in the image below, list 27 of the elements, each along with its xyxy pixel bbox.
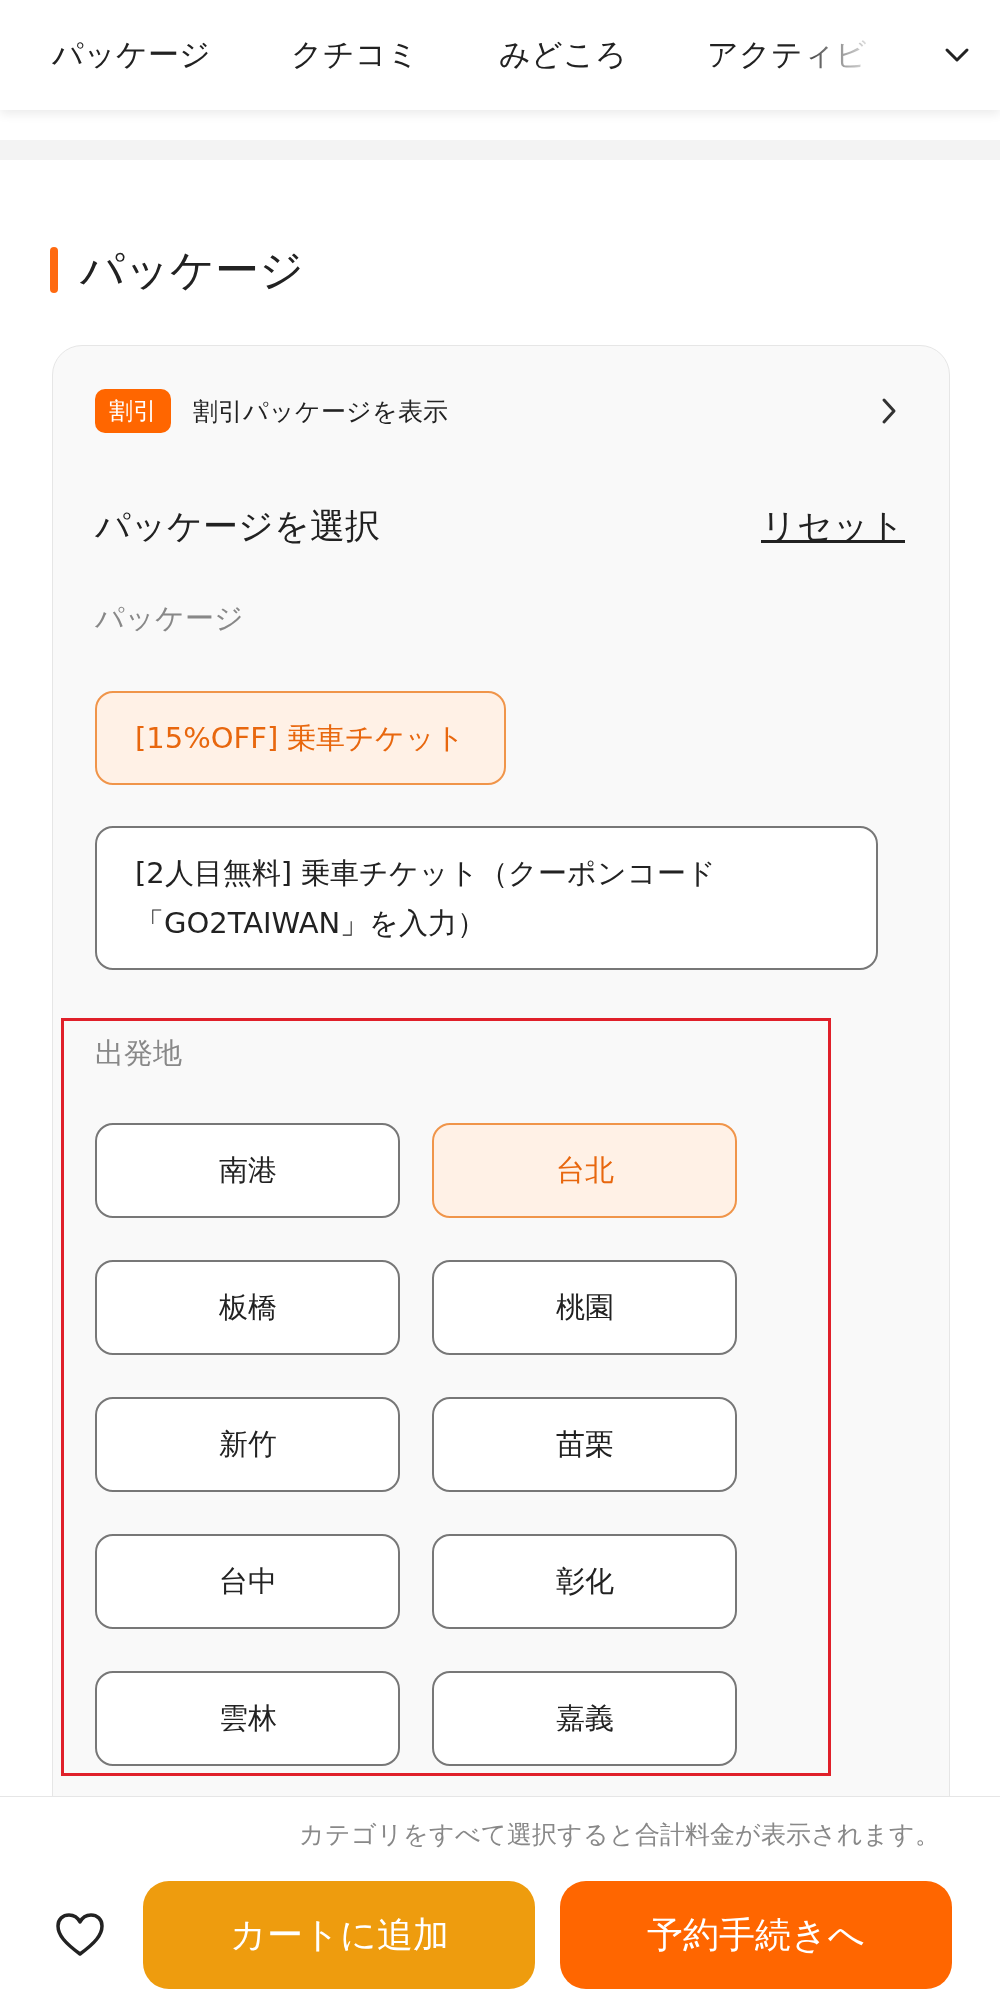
departure-option[interactable]: 嘉義	[432, 1671, 737, 1766]
nav-tab[interactable]: パッケージ	[52, 34, 211, 76]
departure-option[interactable]: 南港	[95, 1123, 400, 1218]
hint-text: カテゴリをすべて選択すると合計料金が表示されます。	[298, 1819, 941, 1851]
chevron-down-icon[interactable]	[944, 47, 970, 63]
nav-tab[interactable]: アクティビ	[707, 34, 867, 76]
heart-icon[interactable]	[55, 1912, 105, 1958]
discount-text: 割引パッケージを表示	[193, 395, 449, 428]
group-label: 出発地	[95, 1035, 183, 1072]
departure-option[interactable]: 彰化	[432, 1534, 737, 1629]
nav-tab[interactable]: みどころ	[499, 34, 627, 76]
discount-badge: 割引	[95, 389, 171, 433]
section-title: パッケージ	[80, 242, 304, 297]
departure-option[interactable]: 台中	[95, 1534, 400, 1629]
departure-option[interactable]: 苗栗	[432, 1397, 737, 1492]
package-option[interactable]: [2人目無料] 乗車チケット（クーポンコード「GO2TAIWAN」を入力）	[95, 826, 878, 970]
reset-link[interactable]: リセット	[761, 502, 905, 550]
nav-tab[interactable]: クチコミ	[291, 34, 419, 76]
select-title: パッケージを選択	[95, 504, 380, 548]
departure-option[interactable]: 桃園	[432, 1260, 737, 1355]
departure-option[interactable]: 雲林	[95, 1671, 400, 1766]
chevron-right-icon	[881, 397, 897, 425]
group-label: パッケージ	[95, 600, 245, 637]
departure-option[interactable]: 新竹	[95, 1397, 400, 1492]
accent-bar	[50, 247, 58, 293]
discount-row[interactable]: 割引 割引パッケージを表示	[95, 386, 907, 436]
departure-option[interactable]: 板橋	[95, 1260, 400, 1355]
